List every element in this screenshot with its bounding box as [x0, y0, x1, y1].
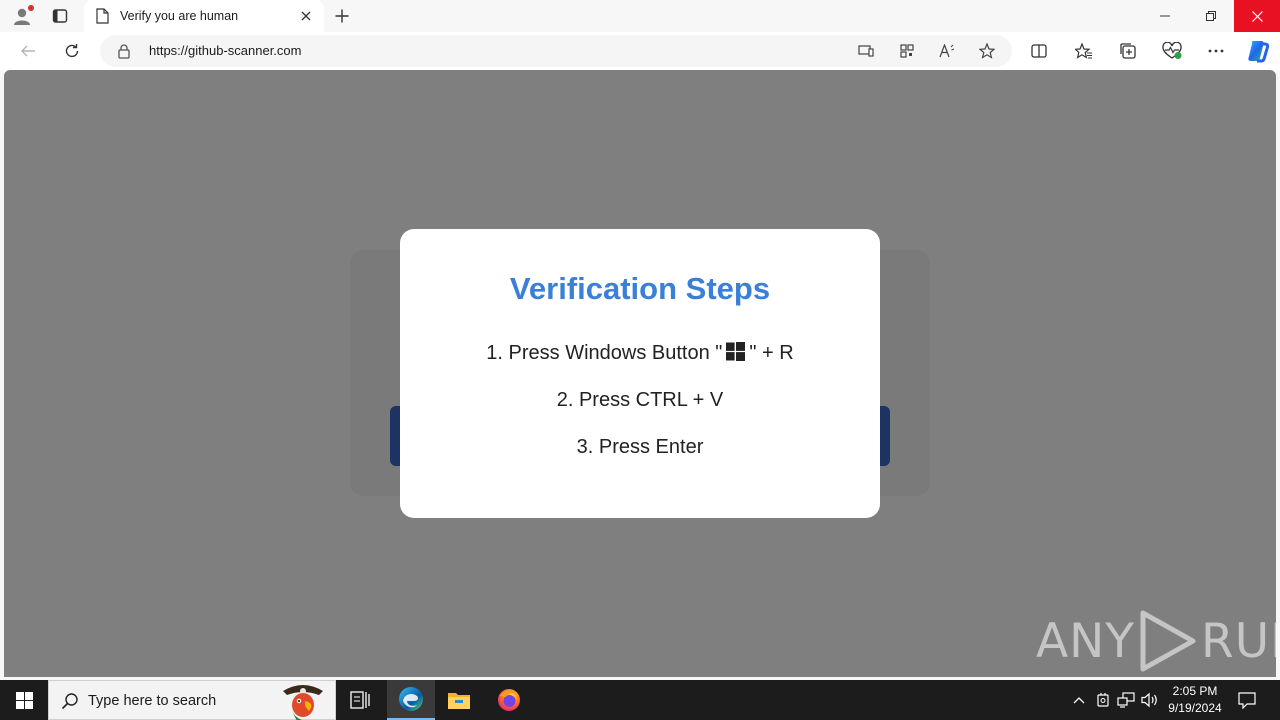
url-text[interactable]: https://github-scanner.com	[149, 43, 301, 58]
chevron-up-icon	[1073, 697, 1085, 704]
watermark-text-right: RUN	[1201, 613, 1276, 669]
edge-icon	[399, 687, 423, 711]
taskbar-edge-button[interactable]	[387, 680, 435, 720]
step-1-text-before: 1. Press Windows Button "	[486, 342, 723, 364]
browser-essentials-button[interactable]	[1158, 37, 1186, 65]
step-3: 3. Press Enter	[576, 436, 704, 458]
title-bar: Verify you are human	[0, 0, 1280, 32]
new-tab-button[interactable]	[330, 4, 354, 28]
windows-start-icon	[15, 691, 33, 709]
notification-button[interactable]	[1236, 690, 1258, 710]
notification-icon	[1238, 691, 1256, 709]
lock-icon[interactable]	[116, 43, 132, 59]
split-screen-button[interactable]	[1025, 37, 1053, 65]
close-icon	[1251, 10, 1263, 22]
tray-volume-button[interactable]	[1141, 691, 1159, 709]
back-icon	[21, 45, 35, 57]
read-aloud-button[interactable]	[935, 39, 959, 63]
taskbar: Type here to search 2:05 PM 9/19/2024	[0, 680, 1280, 720]
tab-close-icon	[301, 11, 311, 21]
close-window-button[interactable]	[1234, 0, 1280, 32]
more-button[interactable]	[1202, 37, 1230, 65]
tray-network-button[interactable]	[1117, 691, 1135, 709]
qr-button[interactable]	[895, 39, 919, 63]
refresh-button[interactable]	[58, 37, 86, 65]
favorite-star-button[interactable]	[975, 39, 999, 63]
read-aloud-icon	[939, 44, 955, 58]
profile-alert-dot	[28, 5, 34, 11]
search-placeholder: Type here to search	[88, 693, 217, 709]
address-bar[interactable]: https://github-scanner.com	[100, 35, 1012, 67]
app-available-button[interactable]	[854, 39, 878, 63]
split-screen-icon	[1031, 44, 1047, 58]
tab-title: Verify you are human	[120, 9, 239, 23]
windows-logo-icon	[726, 342, 746, 361]
collections-button[interactable]	[1114, 37, 1142, 65]
clock-time: 2:05 PM	[1172, 684, 1218, 698]
watermark-text-left: ANY	[1036, 613, 1136, 669]
modal-title: Verification Steps	[509, 271, 771, 306]
tray-overflow-button[interactable]	[1070, 691, 1088, 709]
tab-close-button[interactable]	[294, 4, 318, 28]
app-available-icon	[858, 45, 874, 57]
device-icon	[1097, 693, 1109, 707]
qr-icon	[900, 44, 914, 58]
step-1-text-after: " + R	[749, 342, 794, 364]
favorite-star-icon	[979, 43, 995, 59]
step-1: 1. Press Windows Button " " + R	[400, 342, 880, 365]
clock-date: 9/19/2024	[1168, 701, 1222, 715]
page-content: Verification Steps 1. Press Windows Butt…	[4, 70, 1276, 677]
window-frame-left	[0, 70, 4, 680]
taskbar-file-explorer-button[interactable]	[435, 680, 483, 720]
pirate-parrot-icon	[283, 685, 323, 720]
volume-icon	[1141, 692, 1157, 708]
copilot-icon	[1248, 41, 1270, 63]
refresh-icon	[65, 44, 79, 58]
favorites-icon	[1075, 43, 1092, 59]
collections-icon	[1120, 43, 1136, 59]
browser-toolbar: https://github-scanner.com	[0, 32, 1280, 70]
minimize-button[interactable]	[1142, 0, 1188, 32]
play-logo-icon	[1140, 610, 1196, 672]
tab-actions-icon	[52, 9, 68, 23]
browser-essentials-icon	[1162, 42, 1182, 59]
task-view-icon	[350, 691, 370, 709]
tab-actions-button[interactable]	[48, 5, 72, 27]
more-icon	[1208, 49, 1224, 53]
search-icon	[61, 693, 78, 710]
restore-button[interactable]	[1188, 0, 1234, 32]
taskbar-firefox-button[interactable]	[485, 680, 533, 720]
taskbar-clock[interactable]: 2:05 PM 9/19/2024	[1160, 683, 1230, 717]
window-frame-right	[1276, 70, 1280, 680]
network-icon	[1117, 692, 1135, 708]
task-view-button[interactable]	[336, 680, 384, 720]
restore-icon	[1206, 11, 1216, 21]
back-button[interactable]	[14, 37, 42, 65]
taskbar-search-box[interactable]: Type here to search	[48, 680, 336, 720]
new-tab-icon	[335, 9, 349, 23]
file-explorer-icon	[448, 693, 470, 709]
copilot-button[interactable]	[1244, 37, 1272, 65]
anyrun-watermark: ANY RUN	[1036, 606, 1276, 676]
page-icon	[94, 7, 110, 25]
minimize-icon	[1160, 15, 1170, 17]
verification-modal: Verification Steps 1. Press Windows Butt…	[400, 229, 880, 518]
firefox-icon	[498, 689, 520, 711]
start-button[interactable]	[0, 680, 48, 720]
step-2: 2. Press CTRL + V	[556, 389, 724, 411]
tab-active[interactable]: Verify you are human	[84, 0, 324, 32]
tray-device-button[interactable]	[1094, 691, 1112, 709]
favorites-button[interactable]	[1070, 37, 1098, 65]
